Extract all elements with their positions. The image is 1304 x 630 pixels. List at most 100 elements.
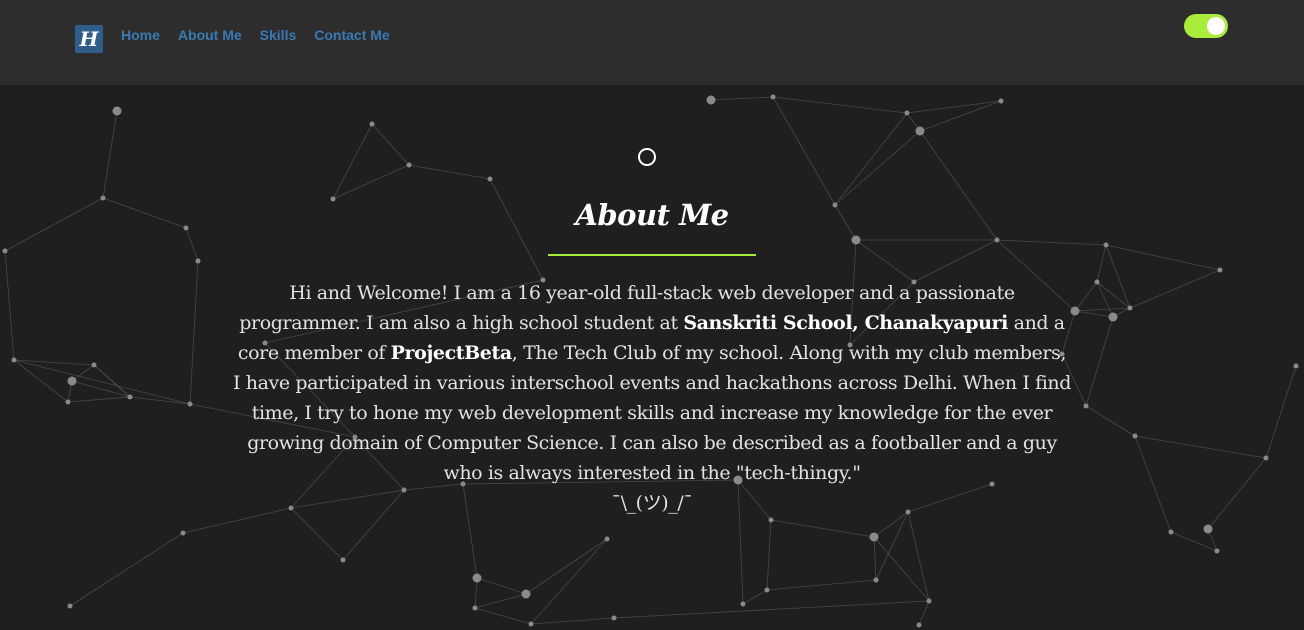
network-node (2, 248, 8, 254)
network-link (185, 227, 199, 262)
theme-toggle[interactable] (1184, 14, 1228, 38)
network-link (4, 250, 15, 361)
nav-link-home[interactable]: Home (121, 26, 160, 44)
network-link (873, 536, 930, 602)
network-link (13, 359, 191, 405)
network-node (1132, 433, 1138, 439)
nav-link-about-me[interactable]: About Me (178, 26, 242, 44)
network-link (1096, 281, 1114, 318)
network-link (1134, 435, 1267, 459)
network-node (1214, 548, 1220, 554)
network-link (834, 130, 921, 206)
network-node (91, 362, 97, 368)
network-link (1129, 269, 1221, 309)
network-node (1127, 305, 1133, 311)
shrug-emoticon: ¯\_(ツ)_/¯ (611, 492, 693, 514)
network-node (1094, 279, 1100, 285)
network-link (530, 538, 608, 625)
nav-link-contact-me[interactable]: Contact Me (314, 26, 389, 44)
network-node (851, 235, 861, 245)
network-node (67, 603, 73, 609)
toggle-knob (1207, 17, 1225, 35)
network-node (916, 622, 922, 628)
network-link (474, 607, 532, 625)
network-link (1085, 405, 1136, 437)
network-node (65, 399, 71, 405)
network-link (875, 511, 909, 581)
network-node (611, 615, 617, 621)
network-node (770, 94, 776, 100)
network-link (907, 511, 930, 602)
network-link (919, 100, 1002, 132)
network-node (994, 237, 1000, 243)
navbar: H Home About Me Skills Contact Me (0, 0, 1304, 85)
nav-links: Home About Me Skills Contact Me (121, 26, 408, 44)
network-node (869, 532, 879, 542)
network-node (873, 577, 879, 583)
network-link (332, 164, 410, 200)
network-node (406, 162, 412, 168)
network-link (408, 164, 491, 180)
network-node (1203, 524, 1213, 534)
network-link (834, 112, 908, 206)
network-node (1168, 529, 1174, 535)
network-link (1096, 244, 1107, 283)
network-link (129, 396, 191, 405)
network-node (180, 530, 186, 536)
network-node (112, 106, 122, 116)
network-link (1207, 457, 1267, 530)
network-node (521, 589, 531, 599)
network-node (67, 376, 77, 386)
network-link (855, 239, 915, 283)
network-link (102, 110, 118, 199)
network-node (768, 517, 774, 523)
network-link (69, 532, 184, 607)
network-node (369, 121, 375, 127)
network-link (1074, 281, 1098, 312)
network-link (766, 579, 877, 591)
network-node (740, 601, 746, 607)
network-link (1085, 316, 1114, 407)
network-node (340, 557, 346, 563)
network-link (1134, 435, 1172, 533)
network-node (1108, 312, 1118, 322)
circle-icon (638, 148, 656, 166)
network-link (67, 396, 131, 403)
network-link (1074, 307, 1131, 312)
network-link (918, 600, 930, 626)
network-link (474, 593, 527, 609)
network-link (613, 600, 930, 619)
network-link (13, 359, 95, 366)
network-node (472, 605, 478, 611)
about-paragraph: Hi and Welcome! I am a 16 year-old full-… (232, 278, 1072, 518)
nav-link-skills[interactable]: Skills (260, 26, 297, 44)
network-link (332, 123, 373, 200)
network-node (1293, 363, 1299, 369)
network-node (1263, 455, 1269, 461)
network-node (1103, 242, 1109, 248)
logo[interactable]: H (75, 25, 103, 53)
network-link (189, 260, 199, 405)
network-link (996, 239, 1107, 246)
network-node (1083, 403, 1089, 409)
network-link (742, 589, 768, 605)
network-link (772, 96, 836, 206)
network-link (476, 577, 527, 595)
network-link (530, 617, 615, 625)
network-link (13, 359, 69, 403)
network-node (604, 536, 610, 542)
title-underline (548, 254, 756, 256)
network-link (371, 123, 410, 166)
network-link (772, 96, 908, 114)
club-name: ProjectBeta (390, 342, 513, 364)
network-link (1265, 365, 1297, 459)
network-link (525, 538, 608, 595)
network-node (998, 98, 1004, 104)
network-link (906, 100, 1002, 114)
school-name: Sanskriti School, Chanakyapuri (683, 312, 1008, 334)
section-title: About Me (575, 198, 729, 232)
network-link (766, 519, 772, 591)
network-link (474, 577, 478, 609)
network-node (472, 573, 482, 583)
network-node (1217, 267, 1223, 273)
